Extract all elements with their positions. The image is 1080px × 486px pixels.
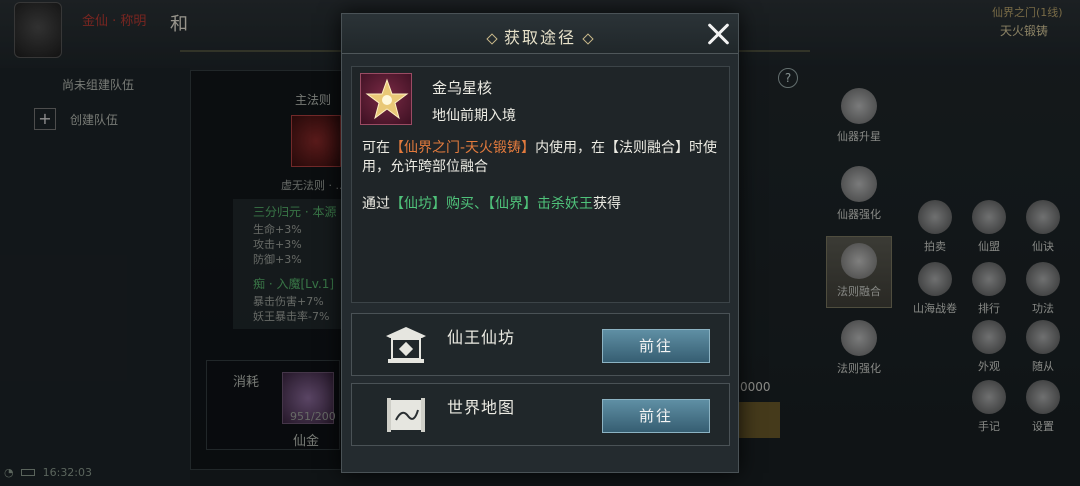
item-description: 可在【仙界之门-天火锻铸】内使用，在【法则融合】时使用，允许跨部位融合 <box>362 140 718 175</box>
world-map-scroll-icon <box>387 398 425 432</box>
golden-star-core-icon[interactable] <box>360 73 412 125</box>
dialog-header: 获取途径 <box>342 14 738 54</box>
route-row: 仙王仙坊 前往 <box>351 313 730 376</box>
location-link: 【仙界之门-天火锻铸】 <box>390 140 536 156</box>
pavilion-icon <box>386 327 426 363</box>
diamond-ornament-icon <box>582 32 594 45</box>
dialog-title: 获取途径 <box>503 28 576 47</box>
diamond-ornament-icon <box>486 32 498 45</box>
route-label: 仙王仙坊 <box>447 328 516 347</box>
close-icon[interactable] <box>704 20 732 48</box>
route-row: 世界地图 前往 <box>351 383 730 446</box>
item-info-panel: 金乌星核 地仙前期入境 可在【仙界之门-天火锻铸】内使用，在【法则融合】时使用，… <box>351 66 730 303</box>
goto-map-button[interactable]: 前往 <box>602 399 710 433</box>
item-requirement: 地仙前期入境 <box>432 108 516 124</box>
route-label: 世界地图 <box>447 398 516 417</box>
source-shop: 【仙坊】 <box>390 196 446 212</box>
source-world: 【仙界】 <box>488 196 537 212</box>
item-name: 金乌星核 <box>432 79 493 97</box>
item-source: 通过【仙坊】购买、【仙界】击杀妖王获得 <box>362 196 621 212</box>
star-icon <box>365 78 409 120</box>
dialog-title-wrap: 获取途径 <box>342 24 738 48</box>
acquire-route-dialog: 获取途径 金乌星核 地仙前期入境 可在【仙界之门-天火锻铸】内使用，在【法则融合… <box>341 13 739 473</box>
goto-shop-button[interactable]: 前往 <box>602 329 710 363</box>
